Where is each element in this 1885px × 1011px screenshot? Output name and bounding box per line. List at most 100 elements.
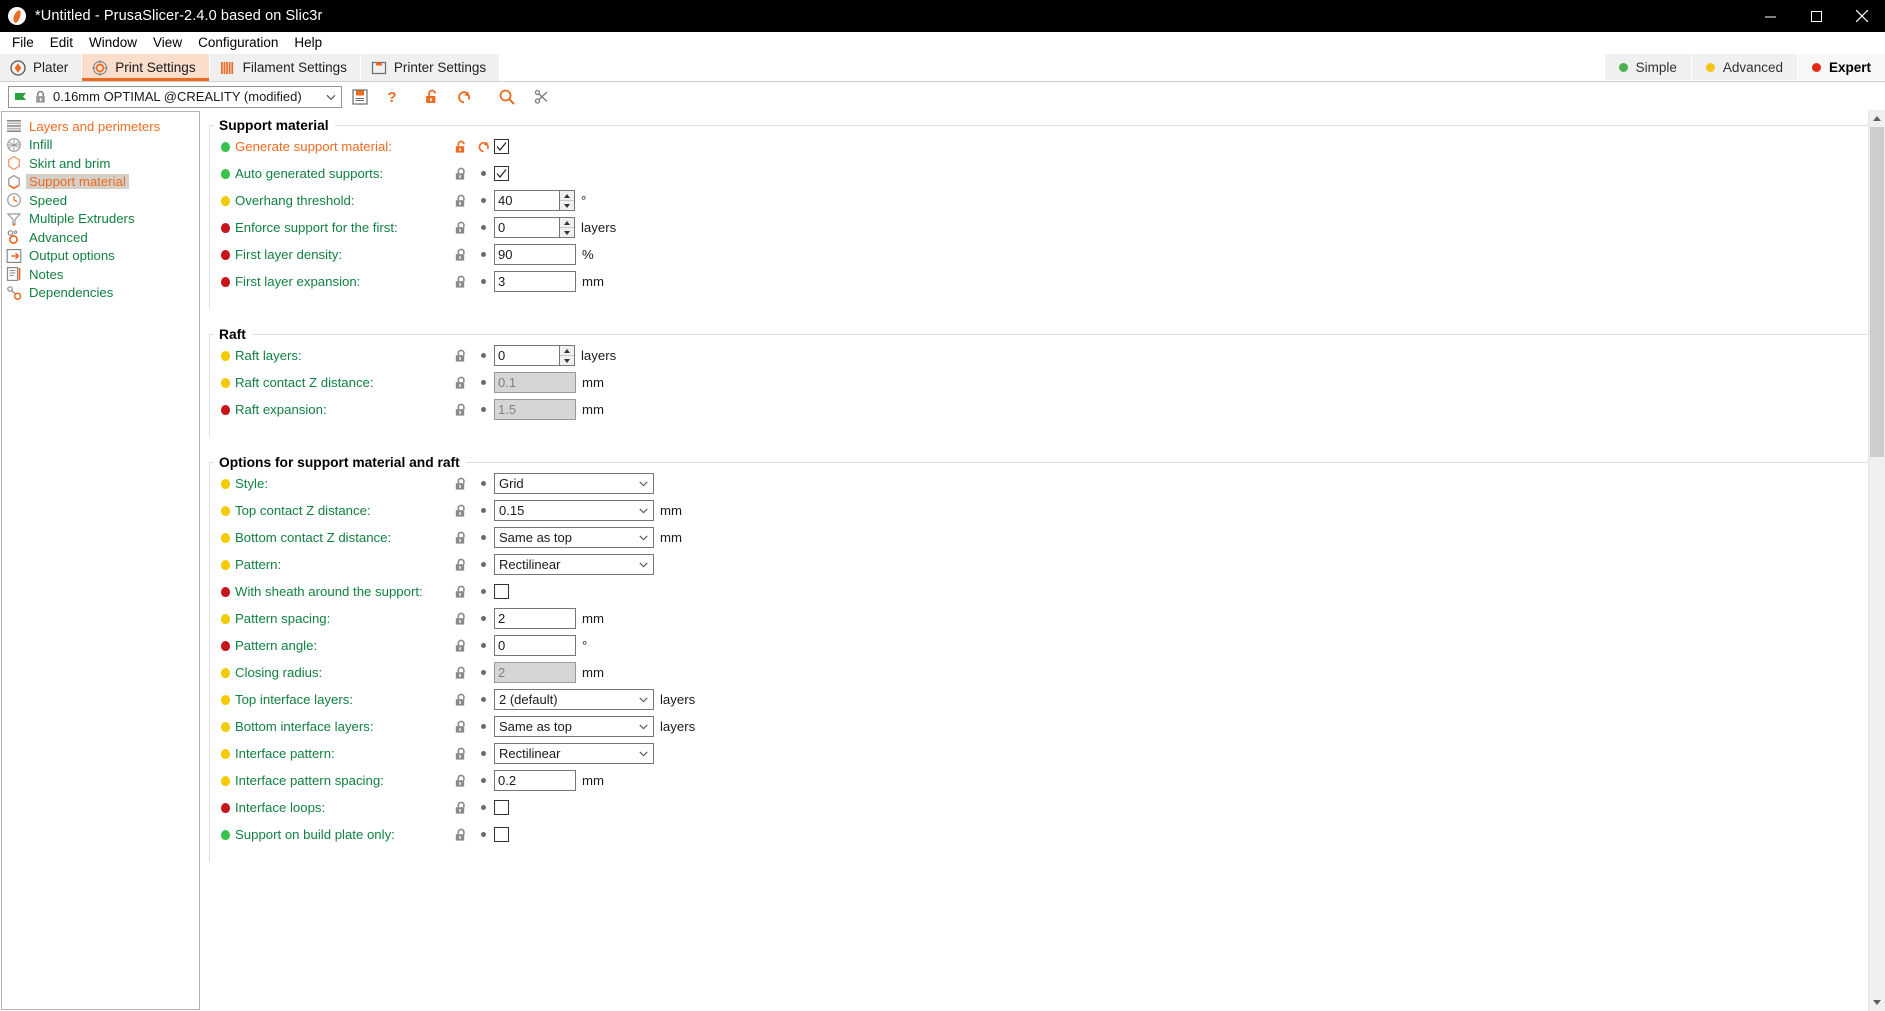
- stepper-down[interactable]: [560, 201, 574, 210]
- nav-item-notes[interactable]: Notes: [2, 265, 199, 284]
- revert-button[interactable]: [472, 589, 494, 594]
- revert-button[interactable]: [472, 805, 494, 810]
- revert-button[interactable]: [472, 643, 494, 648]
- lock-toggle[interactable]: [450, 557, 472, 573]
- stepper-down[interactable]: [560, 228, 574, 237]
- mode-expert[interactable]: Expert: [1796, 54, 1885, 80]
- nav-item-layers-and-perimeters[interactable]: Layers and perimeters: [2, 117, 199, 136]
- lock-toggle[interactable]: [450, 247, 472, 263]
- revert-button[interactable]: [472, 670, 494, 675]
- stepper-down[interactable]: [560, 356, 574, 365]
- revert-button[interactable]: [472, 171, 494, 176]
- nav-item-infill[interactable]: Infill: [2, 136, 199, 155]
- top-contact-z-distance-select[interactable]: 0.15: [494, 500, 654, 521]
- revert-button[interactable]: [472, 252, 494, 257]
- stepper-up[interactable]: [560, 218, 574, 228]
- stepper-buttons[interactable]: [559, 190, 575, 211]
- interface-loops-checkbox[interactable]: [494, 800, 509, 815]
- lock-toggle[interactable]: [450, 503, 472, 519]
- revert-button[interactable]: [472, 724, 494, 729]
- preset-combobox[interactable]: 0.16mm OPTIMAL @CREALITY (modified): [8, 85, 342, 108]
- revert-button[interactable]: [472, 562, 494, 567]
- first-layer-expansion-input[interactable]: 3: [494, 271, 576, 292]
- lock-toggle[interactable]: [450, 800, 472, 816]
- lock-toggle[interactable]: [450, 611, 472, 627]
- revert-button[interactable]: [472, 481, 494, 486]
- mode-simple[interactable]: Simple: [1603, 54, 1691, 80]
- menu-help[interactable]: Help: [286, 32, 330, 54]
- nav-item-speed[interactable]: Speed: [2, 191, 199, 210]
- vertical-scrollbar[interactable]: [1868, 110, 1885, 1011]
- nav-item-skirt-and-brim[interactable]: Skirt and brim: [2, 154, 199, 173]
- lock-toggle[interactable]: [450, 139, 472, 155]
- style-select[interactable]: Grid: [494, 473, 654, 494]
- with-sheath-checkbox[interactable]: [494, 584, 509, 599]
- detach-preset-button[interactable]: ?: [378, 85, 406, 109]
- lock-toggle[interactable]: [450, 220, 472, 236]
- interface-pattern-spacing-input[interactable]: 0.2: [494, 770, 576, 791]
- lock-toggle[interactable]: [450, 274, 472, 290]
- pattern-angle-input[interactable]: 0: [494, 635, 576, 656]
- auto-generated-supports-checkbox[interactable]: [494, 166, 509, 181]
- lock-toggle[interactable]: [450, 692, 472, 708]
- bottom-contact-z-distance-select[interactable]: Same as top: [494, 527, 654, 548]
- revert-button[interactable]: [472, 697, 494, 702]
- lock-toggle[interactable]: [450, 348, 472, 364]
- close-button[interactable]: [1839, 0, 1885, 32]
- menu-view[interactable]: View: [145, 32, 190, 54]
- lock-toggle[interactable]: [450, 719, 472, 735]
- save-preset-button[interactable]: [346, 85, 374, 109]
- stepper-buttons[interactable]: [559, 217, 575, 238]
- lock-toggle[interactable]: [450, 375, 472, 391]
- lock-toggle[interactable]: [450, 402, 472, 418]
- stepper-up[interactable]: [560, 346, 574, 356]
- nav-item-support-material[interactable]: Support material: [2, 173, 199, 192]
- stepper-buttons[interactable]: [559, 345, 575, 366]
- bottom-interface-layers-select[interactable]: Same as top: [494, 716, 654, 737]
- minimize-button[interactable]: [1747, 0, 1793, 32]
- revert-all-button[interactable]: [450, 85, 478, 109]
- lock-toggle[interactable]: [450, 193, 472, 209]
- lock-toggle[interactable]: [450, 773, 472, 789]
- scroll-up-button[interactable]: [1869, 110, 1885, 127]
- tab-plater[interactable]: Plater: [0, 54, 83, 81]
- tab-print-settings[interactable]: Print Settings: [82, 54, 210, 81]
- lock-all-button[interactable]: [418, 85, 446, 109]
- revert-button[interactable]: [472, 353, 494, 358]
- revert-button[interactable]: [472, 407, 494, 412]
- revert-button[interactable]: [472, 535, 494, 540]
- menu-window[interactable]: Window: [81, 32, 145, 54]
- compare-presets-button[interactable]: [528, 85, 556, 109]
- scrollbar-thumb[interactable]: [1870, 127, 1884, 457]
- revert-button[interactable]: [472, 778, 494, 783]
- nav-item-advanced[interactable]: Advanced: [2, 228, 199, 247]
- lock-toggle[interactable]: [450, 746, 472, 762]
- support-on-build-plate-only-checkbox[interactable]: [494, 827, 509, 842]
- revert-button[interactable]: [472, 832, 494, 837]
- lock-toggle[interactable]: [450, 166, 472, 182]
- mode-advanced[interactable]: Advanced: [1690, 54, 1797, 80]
- menu-edit[interactable]: Edit: [42, 32, 81, 54]
- scrollbar-track[interactable]: [1869, 127, 1885, 994]
- nav-item-dependencies[interactable]: Dependencies: [2, 284, 199, 303]
- revert-button[interactable]: [472, 198, 494, 203]
- revert-button[interactable]: [472, 139, 494, 154]
- lock-toggle[interactable]: [450, 665, 472, 681]
- nav-item-multiple-extruders[interactable]: Multiple Extruders: [2, 210, 199, 229]
- tab-filament-settings[interactable]: Filament Settings: [209, 54, 361, 81]
- lock-toggle[interactable]: [450, 530, 472, 546]
- enforce-support-first-stepper[interactable]: 0: [494, 217, 575, 238]
- raft-layers-input[interactable]: 0: [494, 345, 559, 366]
- lock-toggle[interactable]: [450, 476, 472, 492]
- revert-button[interactable]: [472, 508, 494, 513]
- revert-button[interactable]: [472, 225, 494, 230]
- raft-layers-stepper[interactable]: 0: [494, 345, 575, 366]
- nav-item-output-options[interactable]: Output options: [2, 247, 199, 266]
- menu-file[interactable]: File: [4, 32, 42, 54]
- chevron-down-icon[interactable]: [324, 90, 338, 104]
- first-layer-density-input[interactable]: 90: [494, 244, 576, 265]
- scroll-down-button[interactable]: [1869, 994, 1885, 1011]
- interface-pattern-select[interactable]: Rectilinear: [494, 743, 654, 764]
- overhang-threshold-input[interactable]: 40: [494, 190, 559, 211]
- overhang-threshold-stepper[interactable]: 40: [494, 190, 575, 211]
